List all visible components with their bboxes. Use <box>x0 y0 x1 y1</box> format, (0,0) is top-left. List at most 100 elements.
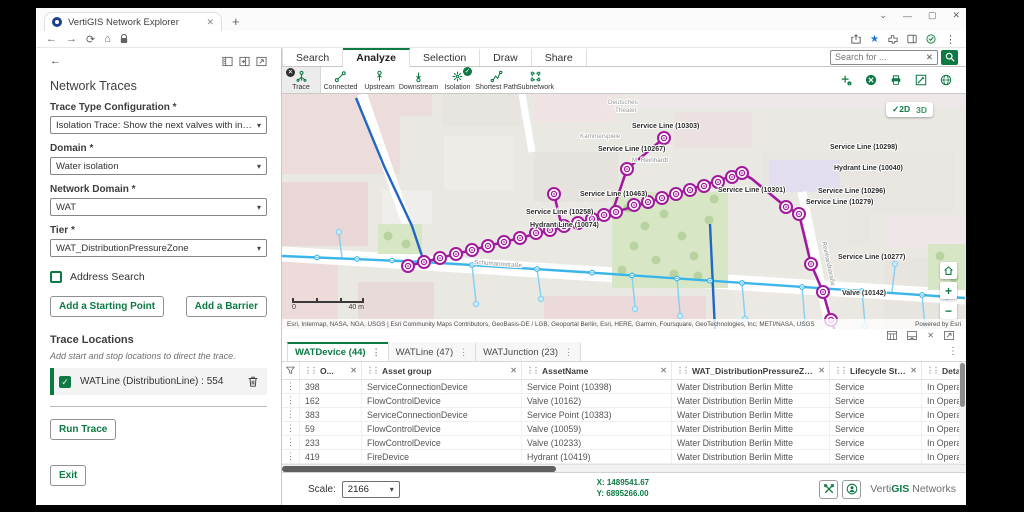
network-domain-select[interactable]: WAT▾ <box>50 198 267 216</box>
drag-handle-icon[interactable]: ⋮⋮ <box>366 366 378 375</box>
cancel-icon[interactable] <box>865 74 877 86</box>
print-icon[interactable] <box>890 74 902 86</box>
bookmark-star-icon[interactable]: ★ <box>870 34 879 45</box>
table-row[interactable]: ⋮398ServiceConnectionDeviceService Point… <box>282 380 966 394</box>
column-header-3[interactable]: ⋮⋮AssetName✕ <box>522 362 672 379</box>
drag-handle-icon[interactable]: ⋮⋮ <box>526 366 538 375</box>
forward-icon[interactable]: → <box>66 33 77 45</box>
column-header-5[interactable]: ⋮⋮Lifecycle Status✕ <box>830 362 922 379</box>
table-row[interactable]: ⋮419FireDeviceHydrant (10419)Water Distr… <box>282 450 966 464</box>
search-button[interactable] <box>941 50 958 65</box>
drag-handle-icon[interactable]: ⋮⋮ <box>834 366 846 375</box>
map-home-button[interactable] <box>940 262 957 279</box>
table-vertical-scrollbar[interactable] <box>959 362 966 464</box>
run-trace-button[interactable]: Run Trace <box>50 419 116 440</box>
column-header-1[interactable]: ⋮⋮O...✕ <box>300 362 362 379</box>
reload-icon[interactable]: ⟳ <box>86 33 95 46</box>
column-header-4[interactable]: ⋮⋮WAT_DistributionPressureZone✕ <box>672 362 830 379</box>
trace-location-checkbox[interactable]: ✓ <box>59 376 71 388</box>
scale-select[interactable]: 2166 ▾ <box>342 481 400 498</box>
window-close-icon[interactable]: ✕ <box>952 10 960 21</box>
extensions-icon[interactable] <box>888 34 898 44</box>
tool-isolation[interactable]: ✓Isolation <box>438 67 477 93</box>
map-view[interactable]: DeutschesTheaterKammerspieleService Line… <box>282 94 966 329</box>
dock-panel-icon[interactable] <box>907 331 917 340</box>
drag-handle-icon[interactable]: ⋮⋮ <box>926 366 938 375</box>
side-panel-icon[interactable] <box>907 34 917 44</box>
tab-menu-icon[interactable]: ⋮ <box>459 347 468 358</box>
zoom-out-button[interactable]: − <box>940 302 957 319</box>
remove-column-icon[interactable]: ✕ <box>910 366 917 375</box>
column-header-2[interactable]: ⋮⋮Asset group✕ <box>362 362 522 379</box>
delete-trace-location-icon[interactable] <box>247 375 259 388</box>
tab-close-icon[interactable]: ✕ <box>206 17 214 28</box>
maximize-panel-icon[interactable] <box>944 331 954 340</box>
table-tab-watjunction[interactable]: WATJunction (23)⋮ <box>475 342 581 361</box>
add-bookmark-icon[interactable]: i <box>840 74 852 86</box>
row-menu-icon[interactable]: ⋮ <box>282 450 300 463</box>
row-menu-icon[interactable]: ⋮ <box>282 380 300 393</box>
extension-badge-icon[interactable] <box>926 34 936 44</box>
tool-shortest-path[interactable]: Shortest Path <box>477 67 516 93</box>
remove-column-icon[interactable]: ✕ <box>510 366 517 375</box>
panel-expand-icon[interactable] <box>256 56 267 67</box>
clear-search-icon[interactable]: ✕ <box>926 52 933 63</box>
tool-connected[interactable]: Connected <box>321 67 360 93</box>
account-button[interactable] <box>842 480 861 499</box>
utilities-button[interactable] <box>819 480 838 499</box>
table-row[interactable]: ⋮59FlowControlDeviceValve (10059)Water D… <box>282 422 966 436</box>
panel-dock-icon[interactable] <box>239 56 250 67</box>
domain-select[interactable]: Water isolation▾ <box>50 157 267 175</box>
zoom-in-button[interactable]: + <box>940 282 957 299</box>
browser-menu-icon[interactable]: ⋮ <box>945 33 956 46</box>
attribute-table-icon[interactable] <box>887 331 897 340</box>
tool-upstream[interactable]: Upstream <box>360 67 399 93</box>
remove-column-icon[interactable]: ✕ <box>818 366 825 375</box>
tool-downstream[interactable]: Downstream <box>399 67 438 93</box>
tool-trace[interactable]: ✕Trace <box>282 67 321 93</box>
remove-column-icon[interactable]: ✕ <box>660 366 667 375</box>
new-tab-button[interactable]: + <box>232 12 240 31</box>
filter-header-cell[interactable] <box>282 362 300 379</box>
table-panel-menu-icon[interactable]: ⋮ <box>948 346 958 357</box>
tab-share[interactable]: Share <box>532 48 587 66</box>
row-menu-icon[interactable]: ⋮ <box>282 422 300 435</box>
tab-draw[interactable]: Draw <box>480 48 532 66</box>
tab-search[interactable]: Search <box>282 48 343 66</box>
tab-analyze[interactable]: Analyze <box>343 48 410 67</box>
tab-menu-icon[interactable]: ⋮ <box>372 347 381 358</box>
browser-tab[interactable]: VertiGIS Network Explorer ✕ <box>44 12 222 31</box>
search-box[interactable]: ✕ <box>830 50 938 65</box>
trace-location-item[interactable]: ✓ WATLine (DistributionLine) : 554 <box>50 368 267 395</box>
table-tab-watline[interactable]: WATLine (47)⋮ <box>388 342 477 361</box>
table-row[interactable]: ⋮162FlowControlDeviceValve (10162)Water … <box>282 394 966 408</box>
search-input[interactable] <box>835 52 923 62</box>
row-menu-icon[interactable]: ⋮ <box>282 408 300 421</box>
tab-selection[interactable]: Selection <box>410 48 480 66</box>
home-icon[interactable]: ⌂ <box>104 33 111 45</box>
remove-column-icon[interactable]: ✕ <box>350 366 357 375</box>
table-horizontal-scrollbar[interactable] <box>282 464 966 472</box>
share-icon[interactable] <box>851 34 861 44</box>
row-menu-icon[interactable]: ⋮ <box>282 394 300 407</box>
table-row[interactable]: ⋮383ServiceConnectionDeviceService Point… <box>282 408 966 422</box>
table-row[interactable]: ⋮233FlowControlDeviceValve (10233)Water … <box>282 436 966 450</box>
address-search-checkbox[interactable] <box>50 271 62 283</box>
panel-back-icon[interactable]: ← <box>50 55 61 67</box>
tool-subnetwork[interactable]: Subnetwork <box>516 67 555 93</box>
add-starting-point-button[interactable]: Add a Starting Point <box>50 296 164 317</box>
close-panel-icon[interactable]: ✕ <box>927 331 934 340</box>
tab-search-icon[interactable]: ⌄ <box>879 10 887 21</box>
exit-button[interactable]: Exit <box>50 465 86 486</box>
table-tab-watdevice[interactable]: WATDevice (44)⋮ <box>287 342 389 361</box>
drag-handle-icon[interactable]: ⋮⋮ <box>304 366 316 375</box>
window-minimize-icon[interactable]: — <box>903 11 912 21</box>
row-menu-icon[interactable]: ⋮ <box>282 436 300 449</box>
tier-select[interactable]: WAT_DistributionPressureZone▾ <box>50 239 267 257</box>
markup-icon[interactable] <box>915 74 927 86</box>
trace-type-select[interactable]: Isolation Trace: Show the next valves wi… <box>50 116 267 134</box>
add-barrier-button[interactable]: Add a Barrier <box>186 296 267 317</box>
drag-handle-icon[interactable]: ⋮⋮ <box>676 366 688 375</box>
tab-menu-icon[interactable]: ⋮ <box>564 347 573 358</box>
basemap-globe-icon[interactable] <box>940 74 952 86</box>
